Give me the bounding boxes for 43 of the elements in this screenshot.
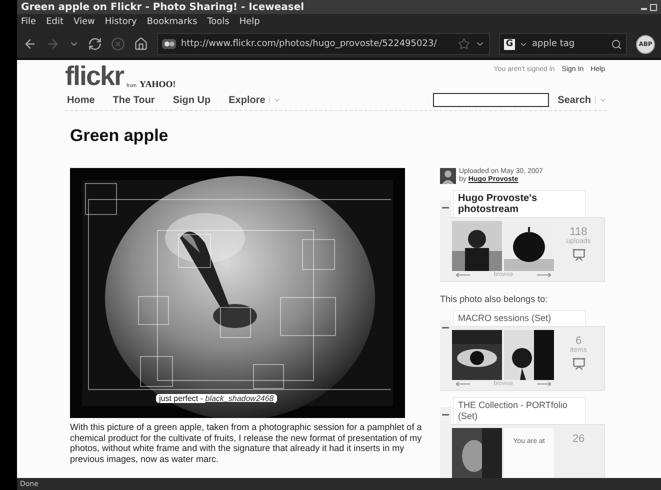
menu-item[interactable]: File — [21, 17, 36, 27]
nav-link[interactable]: The Tour — [112, 94, 155, 106]
star-icon[interactable] — [458, 38, 470, 50]
slideshow-icon[interactable] — [572, 357, 586, 371]
yahoo-logo: YAHOO! — [140, 79, 176, 89]
context-title[interactable]: THE Collection - PORTfolio (Set) — [453, 397, 586, 424]
item-count: 26 — [572, 434, 585, 445]
context-title[interactable]: MACRO sessions (Set) — [453, 310, 586, 326]
collapse-icon[interactable] — [442, 204, 449, 211]
nav-link[interactable]: Sign Up — [172, 94, 211, 106]
menu-item[interactable]: Edit — [46, 17, 64, 27]
maximize-icon[interactable] — [650, 4, 657, 10]
note-tooltip: just perfect - black_shadow2468 — [156, 394, 277, 403]
window-title: Green apple on Flickr - Photo Sharing! - Iceweasel — [21, 2, 304, 12]
nav-link[interactable]: Explore — [228, 94, 282, 106]
reload-icon[interactable] — [88, 37, 102, 51]
menu-item[interactable]: Tools — [207, 17, 230, 27]
menu-item[interactable]: Help — [239, 17, 260, 27]
context-title[interactable]: Hugo Provoste's photostream — [453, 190, 586, 217]
item-count: 6 — [575, 336, 582, 347]
address-bar[interactable]: http://www.flickr.com/photos/hugo_provoste/522495023/ — [157, 33, 490, 55]
photo-description: With this picture of a green apple, taken from a photographic session for a pamphlet of a chemical product for the cultivate of fruits, I release the new format of presentation of my photos, without white frame and with the signature that already it had it inserts in my previous images, now as water marc. — [70, 422, 423, 464]
search-field[interactable]: G apple tag — [499, 33, 627, 55]
nav-link[interactable]: Home — [67, 94, 95, 106]
home-icon[interactable] — [134, 37, 148, 51]
search-button[interactable]: Search — [558, 94, 607, 106]
url-text: http://www.flickr.com/photos/hugo_provoste/522495023/ — [181, 39, 438, 49]
section-label: This photo also belongs to: — [440, 294, 549, 304]
menu-item[interactable]: View — [74, 17, 95, 27]
menu-item[interactable]: History — [104, 17, 137, 27]
search-input[interactable] — [432, 93, 549, 107]
search-engine-icon[interactable]: G — [504, 38, 515, 50]
search-icon[interactable] — [611, 38, 622, 50]
logo: flickr — [65, 64, 124, 89]
back-icon[interactable] — [23, 37, 37, 51]
site-icon — [162, 39, 176, 49]
slideshow-icon[interactable] — [572, 248, 586, 262]
photo-title: Green apple — [70, 126, 170, 146]
item-count: 118 — [570, 227, 588, 238]
avatar-icon — [440, 168, 456, 184]
collapse-icon[interactable] — [442, 324, 449, 331]
collapse-icon[interactable] — [442, 411, 449, 418]
menu-item[interactable]: Bookmarks — [146, 17, 198, 27]
